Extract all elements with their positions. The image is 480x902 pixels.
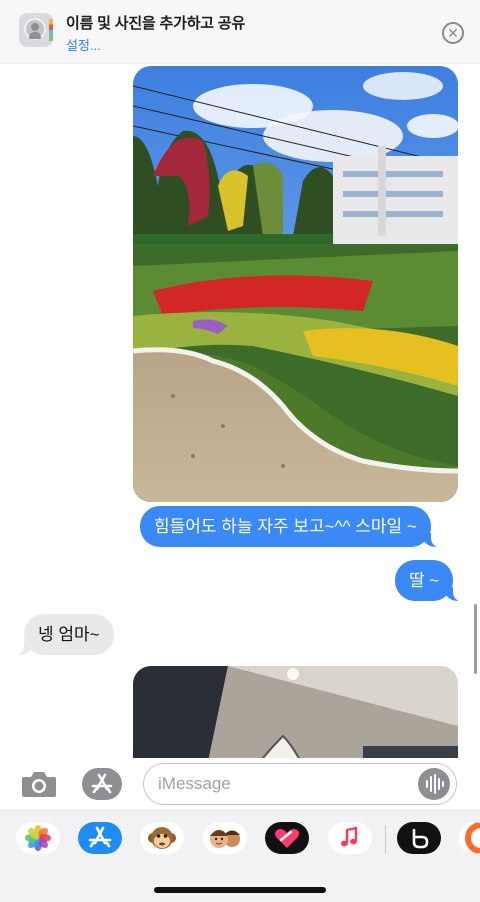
drawer-divider (385, 825, 386, 853)
message-bubble-incoming[interactable]: 넹 엄마~ (14, 614, 114, 656)
message-field[interactable] (143, 763, 457, 805)
camera-icon[interactable] (20, 769, 58, 799)
flower-garden-photo[interactable] (133, 66, 458, 502)
audio-message-button[interactable] (418, 768, 450, 800)
photos-app-icon[interactable] (16, 822, 60, 854)
compose-bar (0, 758, 480, 810)
bubble-app-icon[interactable] (397, 822, 441, 854)
settings-link[interactable]: 설정... (66, 35, 101, 54)
message-bubble-outgoing[interactable]: 힘들어도 하늘 자주 보고~^^ 스마일 ~ (140, 506, 441, 548)
animoji-app-icon[interactable] (140, 822, 184, 854)
app-drawer (0, 810, 480, 902)
app-store-icon (91, 773, 113, 794)
waveform-icon (426, 774, 444, 794)
app-store-button[interactable] (82, 768, 122, 800)
contacts-icon (19, 13, 53, 47)
music-app-icon[interactable] (328, 822, 372, 854)
memoji-app-icon[interactable] (203, 822, 247, 854)
home-indicator (154, 887, 326, 893)
imessage-input[interactable] (158, 773, 408, 795)
room-ceiling-photo[interactable] (133, 666, 458, 758)
digital-touch-app-icon[interactable] (265, 822, 309, 854)
app-store-app-icon[interactable] (78, 822, 122, 854)
banner-title: 이름 및 사진을 추가하고 공유 (66, 15, 246, 32)
partial-app-icon[interactable] (459, 822, 480, 854)
share-name-banner[interactable]: 이름 및 사진을 추가하고 공유 설정... ✕ (0, 0, 480, 64)
scrollbar[interactable] (474, 604, 477, 674)
close-icon[interactable]: ✕ (442, 22, 464, 44)
message-bubble-outgoing[interactable]: 딸 ~ (395, 560, 464, 602)
message-thread[interactable]: 힘들어도 하늘 자주 보고~^^ 스마일 ~ 딸 ~ 넹 엄마~ (0, 64, 480, 758)
